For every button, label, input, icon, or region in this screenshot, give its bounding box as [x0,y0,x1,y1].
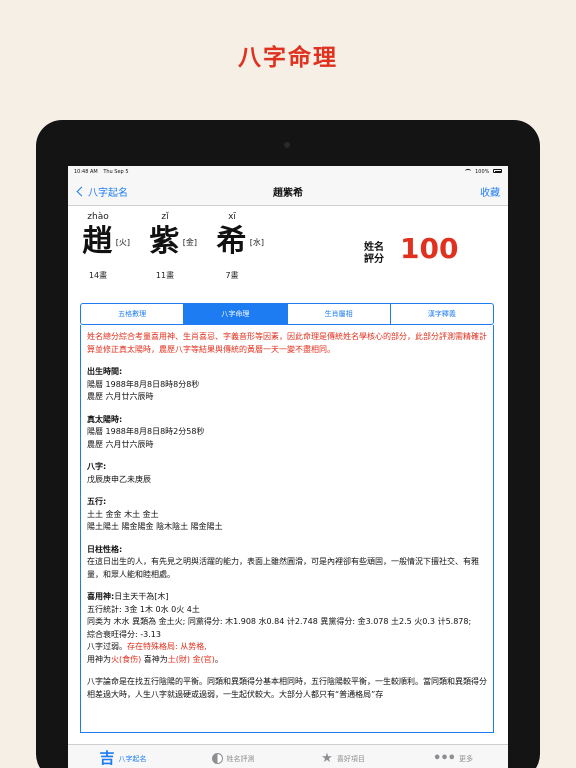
section-title: 五行: [87,497,107,506]
status-time: 10:48 AM [74,168,98,175]
section-title: 八字: [87,462,107,471]
section-line: 陽曆 1988年8月8日8時8分8秒 [87,379,200,389]
special-pattern-text: 存在特殊格局: 从势格, [127,642,207,651]
tabbar-label: 更多 [458,754,473,763]
chevron-left-icon [76,186,87,196]
char-strokes: 14畫 [88,271,108,280]
score-label-line-1: 姓名 [364,242,384,253]
segmented-tabs: 五格數理 八字命理 生肖屬相 漢字釋義 [80,303,494,325]
char-hanzi: 趙 [82,224,113,259]
battery-percent: 100% [475,168,490,175]
tab-bazi[interactable]: 八字命理 [184,304,288,324]
char-strokes: 11畫 [155,271,175,280]
char-pinyin: xī [228,212,236,222]
battery-icon [493,169,502,173]
app-screen: 10:48 AM Thu Sep 5 100% 八字起名 趙紫希 收藏 zhào… [68,166,508,768]
tabbar-item-naming[interactable]: 吉 八字起名 [68,745,178,768]
intro-text: 姓名總分綜合考量喜用神、生肖喜忌、字義音形等因素，因此命理是傳統姓名學核心的部分… [87,332,487,354]
section-title: 日柱性格: [87,544,123,554]
camera-dot [284,142,290,148]
score-value: 100 [400,232,459,265]
tab-shengxiao[interactable]: 生肖屬相 [288,304,391,324]
name-char-3: xī 希 [水] 7畫 [214,212,264,281]
section-title: 喜用神: [87,592,115,601]
char-element: [金] [182,237,197,247]
status-bar: 10:48 AM Thu Sep 5 100% [68,166,508,177]
tabbar-label: 姓名評測 [226,754,255,763]
tabbar-item-favorites[interactable]: ★ 喜好項目 [288,745,398,768]
section-line: 農歷 六月廿六辰時 [87,439,154,449]
section-outro: 八字論命是在找五行陰陽的平衡。同類和異類得分基本相同時，五行陰陽較平衡，一生較順… [87,676,487,701]
back-button[interactable]: 八字起名 [76,184,128,199]
section-line: 同类为 木水 異類為 金土火; 同黨得分: 木1.908 水0.84 计2.74… [87,617,472,626]
score-label: 姓名 評分 [364,242,384,266]
tabbar-item-more[interactable]: ••• 更多 [398,745,508,768]
section-line: 五行統計: 3金 1木 0水 0火 4土 [87,604,200,614]
section-line: 陽曆 1988年8月8日8時2分58秒 [87,427,205,436]
section-line: 戊辰庚申乙未庚辰 [87,474,151,484]
section-title: 真太陽時: [87,414,123,424]
char-element: [火] [115,237,130,247]
section-line: 用神为 [87,654,111,664]
section-wuxing: 五行: 土土 金金 木土 金土 陽土陽土 陽金陽金 陰木陰土 陽金陽土 [87,496,487,534]
section-title-rest: 日主天干為[木] [114,592,169,601]
name-display: zhào 趙 [火] 14畫 zǐ 紫 [金] 11畫 xī 希 [水] 7畫 … [68,206,508,290]
back-button-label: 八字起名 [88,187,128,199]
section-line: 八字过弱。 [87,642,127,651]
section-line: 八字論命是在找五行陰陽的平衡。同類和異類得分基本相同時，五行陰陽較平衡，一生較順… [87,677,487,699]
char-hanzi: 紫 [149,224,180,259]
section-solar-time: 真太陽時: 陽曆 1988年8月8日8時2分58秒 農歷 六月廿六辰時 [87,414,487,452]
section-line: 農歷 六月廿六辰時 [87,392,154,401]
nav-title: 趙紫希 [273,187,303,199]
tab-wuge[interactable]: 五格數理 [81,304,185,324]
section-title: 出生時間: [87,367,123,376]
status-date: Thu Sep 5 [103,168,129,175]
section-line: 。 [214,654,223,664]
section-line: 在這日出生的人，有先見之明與活躍的能力，表面上雖然圓滑，可是內裡卻有些頑固，一般… [87,557,479,579]
char-hanzi: 希 [216,224,247,259]
navigation-bar: 八字起名 趙紫希 收藏 [68,177,508,206]
yinyang-icon [211,753,223,764]
page-headline: 八字命理 [238,45,338,71]
tablet-frame: 10:48 AM Thu Sep 5 100% 八字起名 趙紫希 收藏 zhào… [36,120,540,768]
name-char-1: zhào 趙 [火] 14畫 [80,212,130,281]
dots-icon: ••• [433,751,456,766]
wifi-icon [464,169,471,173]
char-strokes: 7畫 [225,271,239,280]
tabbar-label: 喜好項目 [336,754,365,763]
char-pinyin: zhào [87,212,109,222]
section-line: 土土 金金 木土 金土 [87,509,159,519]
section-line: 綜合衰旺得分: -3.13 [87,629,161,639]
section-birth-time: 出生時間: 陽曆 1988年8月8日8時8分8秒 農歷 六月廿六辰時 [87,366,487,404]
name-char-2: zǐ 紫 [金] 11畫 [147,212,197,281]
score-label-line-2: 評分 [364,254,384,265]
bottom-tab-bar: 吉 八字起名 姓名評測 ★ 喜好項目 ••• 更多 [68,744,508,768]
tabbar-label: 八字起名 [118,754,147,763]
bazi-content[interactable]: 姓名總分綜合考量喜用神、生肖喜忌、字義音形等因素，因此命理是傳統姓名學核心的部分… [80,325,494,733]
section-rizhu: 日柱性格: 在這日出生的人，有先見之明與活躍的能力，表面上雖然圓滑，可是內裡卻有… [87,544,487,582]
star-icon: ★ [321,751,333,766]
section-bazi: 八字: 戊辰庚申乙未庚辰 [87,461,487,486]
favorite-button[interactable]: 收藏 [480,184,500,199]
char-pinyin: zǐ [161,212,169,222]
section-line: 喜神为 [141,654,168,664]
ji-icon: 吉 [99,749,115,767]
section-xiyong: 喜用神:日主天干為[木] 五行統計: 3金 1木 0水 0火 4土 同类为 木水… [87,591,487,666]
yongshen-text: 火(食伤) [111,654,142,664]
section-line: 陽土陽土 陽金陽金 陰木陰土 陽金陽土 [87,522,223,531]
tabbar-item-evaluation[interactable]: 姓名評測 [178,745,288,768]
char-element: [水] [249,237,264,247]
tab-hanzi[interactable]: 漢字釋義 [391,304,493,324]
xishen-text: 土(財) 金(官) [167,654,215,664]
